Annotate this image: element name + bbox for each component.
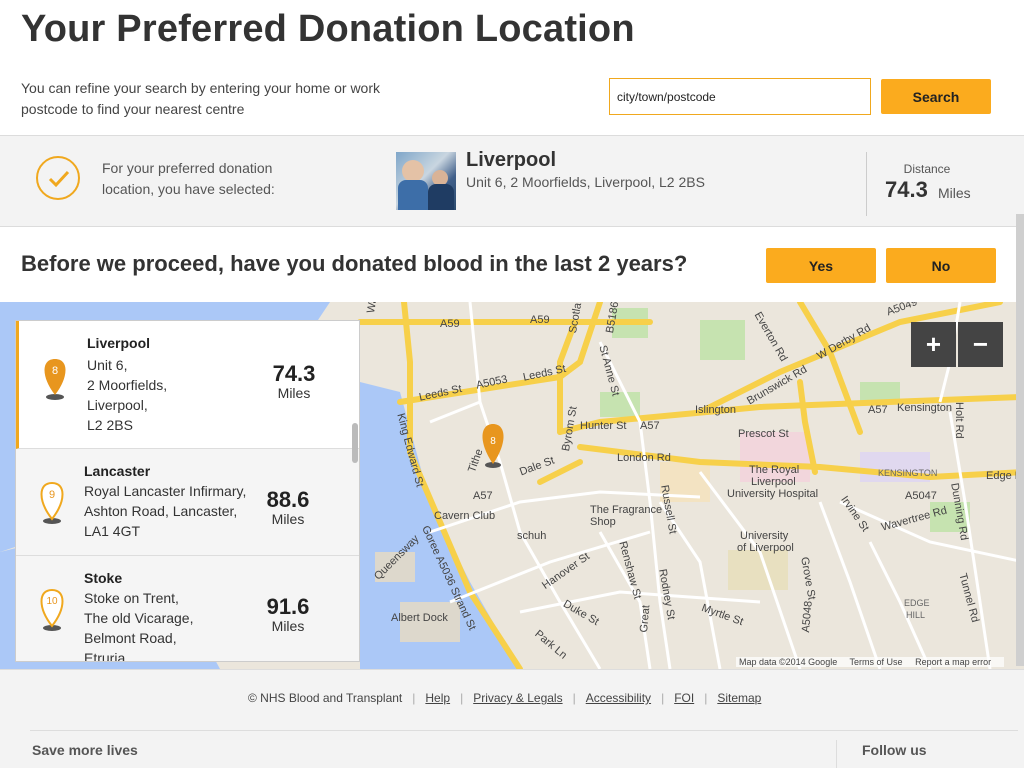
map-label: A5047 — [905, 490, 937, 502]
map-label: Holt Rd — [953, 402, 965, 439]
map-label: A57 — [868, 404, 888, 416]
copyright-text: © NHS Blood and Transplant — [248, 691, 403, 705]
search-button[interactable]: Search — [881, 79, 991, 114]
location-pin-icon — [40, 588, 64, 631]
map-label: Great — [638, 604, 653, 634]
pin-number: 9 — [48, 489, 56, 501]
map-label: A59 — [440, 318, 460, 330]
result-item-lancaster[interactable]: 9 Lancaster Royal Lancaster Infirmary, A… — [16, 449, 359, 556]
footer-column-divider — [836, 740, 837, 768]
map-label: Shop — [590, 516, 616, 528]
map-label: of Liverpool — [737, 542, 794, 554]
result-item-liverpool[interactable]: 8 Liverpool Unit 6, 2 Moorfields, Liverp… — [16, 321, 359, 449]
distance-unit: Miles — [938, 185, 971, 201]
result-address: Stoke on Trent, The old Vicarage, Belmon… — [84, 590, 194, 662]
result-name: Stoke — [84, 570, 123, 586]
map-label: London Rd — [617, 452, 671, 464]
map-label: schuh — [517, 530, 547, 542]
distance-label: Distance — [903, 162, 951, 176]
pin-number: 8 — [51, 365, 59, 377]
location-pin-icon — [44, 359, 66, 400]
distance-value: 74.3 — [885, 177, 928, 202]
postcode-search-input[interactable] — [609, 78, 871, 115]
result-distance: 74.3 — [272, 361, 316, 386]
map-label: The Royal — [749, 464, 800, 476]
result-distance-unit: Miles — [271, 618, 305, 634]
result-distance-unit: Miles — [277, 385, 311, 401]
donation-centre-photo — [396, 152, 456, 210]
result-distance: 91.6 — [266, 594, 310, 619]
result-item-stoke[interactable]: 10 Stoke Stoke on Trent, The old Vicarag… — [16, 556, 359, 662]
help-link[interactable]: Help — [425, 691, 450, 705]
zoom-out-button[interactable]: − — [958, 322, 1003, 367]
result-address: Unit 6, 2 Moorfields, Liverpool, L2 2BS — [87, 357, 168, 433]
yes-button[interactable]: Yes — [766, 248, 876, 283]
result-distance-unit: Miles — [271, 511, 305, 527]
map-attribution: Map data ©2014 Google Terms of Use Repor… — [736, 657, 1005, 667]
map-label: University — [740, 530, 789, 542]
donation-question: Before we proceed, have you donated bloo… — [21, 251, 688, 276]
map-label: Hunter St — [580, 420, 627, 432]
map-label: HILL — [906, 610, 926, 620]
map-label: Liverpool — [751, 476, 796, 488]
selected-address: Unit 6, 2 Moorfields, Liverpool, L2 2BS — [466, 174, 705, 190]
selected-location-bar: For your preferred donation location, yo… — [0, 135, 1024, 227]
follow-us-heading: Follow us — [862, 742, 927, 758]
donation-location-page: Your Preferred Donation Location You can… — [0, 0, 1024, 768]
selected-location-label: For your preferred donation location, yo… — [102, 160, 275, 197]
map-label: University Hospital — [727, 488, 819, 500]
footer-divider — [30, 730, 1018, 731]
sitemap-link[interactable]: Sitemap — [717, 691, 761, 705]
map-label: A57 — [640, 420, 660, 432]
result-name: Lancaster — [84, 463, 151, 479]
result-distance: 88.6 — [266, 487, 310, 512]
footer: © NHS Blood and Transplant | Help | Privacy … — [0, 669, 1024, 768]
accessibility-link[interactable]: Accessibility — [586, 691, 651, 705]
result-address: Royal Lancaster Infirmary, Ashton Road, … — [84, 483, 247, 539]
report-map-error-link[interactable]: Report a map error — [915, 657, 991, 667]
intro-text: You can refine your search by entering y… — [21, 80, 381, 117]
zoom-in-button[interactable]: + — [911, 322, 956, 367]
results-list[interactable]: 8 Liverpool Unit 6, 2 Moorfields, Liverp… — [15, 320, 360, 662]
map-label: EDGE — [904, 598, 930, 608]
map-label: Albert Dock — [391, 612, 448, 624]
page-title: Your Preferred Donation Location — [21, 8, 635, 50]
map-marker-number: 8 — [490, 436, 496, 447]
pin-number: 10 — [46, 596, 58, 607]
result-name: Liverpool — [87, 335, 151, 351]
map-label: A57 — [473, 490, 493, 502]
location-pin-icon — [40, 481, 64, 524]
privacy-legals-link[interactable]: Privacy & Legals — [473, 691, 562, 705]
checkmark-circle-icon — [36, 156, 80, 200]
map-label: Islington — [695, 404, 736, 416]
foi-link[interactable]: FOI — [674, 691, 694, 705]
map-data-credit: Map data ©2014 Google — [739, 657, 838, 667]
map-label: Prescot St — [738, 428, 789, 440]
selected-city: Liverpool — [466, 149, 557, 171]
results-scrollbar[interactable] — [352, 423, 358, 463]
page-scrollbar[interactable] — [1016, 214, 1024, 666]
no-button[interactable]: No — [886, 248, 996, 283]
map-label: A59 — [530, 314, 550, 326]
map-label: KENSINGTON — [878, 468, 938, 478]
terms-of-use-link[interactable]: Terms of Use — [850, 657, 903, 667]
map-label: Cavern Club — [434, 510, 496, 522]
map-label: Kensington — [897, 402, 953, 414]
footer-links: © NHS Blood and Transplant | Help | Privacy … — [248, 691, 762, 705]
save-more-lives-heading: Save more lives — [32, 742, 138, 758]
map-label: The Fragrance — [590, 504, 663, 516]
